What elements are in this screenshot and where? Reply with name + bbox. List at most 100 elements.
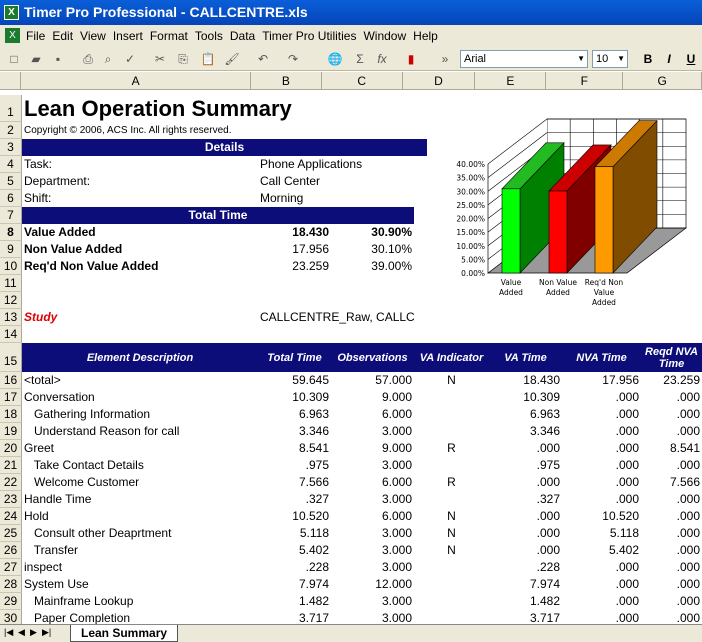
row-header[interactable]: 21 (0, 457, 22, 474)
table-cell[interactable]: .000 (641, 423, 702, 440)
menu-format[interactable]: Format (150, 29, 188, 43)
table-cell[interactable]: 10.520 (258, 508, 331, 525)
row-header[interactable]: 5 (0, 173, 22, 190)
table-cell[interactable] (414, 389, 489, 406)
column-header-c[interactable]: C (322, 72, 403, 89)
print-preview-icon[interactable]: ⌕ (100, 51, 116, 67)
copy-icon[interactable]: ⎘ (175, 51, 191, 67)
row-header[interactable]: 16 (0, 372, 22, 389)
table-cell[interactable]: 5.402 (258, 542, 331, 559)
table-cell[interactable]: .327 (489, 491, 562, 508)
cut-icon[interactable]: ✂ (152, 51, 168, 67)
column-header-a[interactable]: A (21, 72, 251, 89)
spelling-icon[interactable]: ✓ (122, 51, 138, 67)
row-header[interactable]: 10 (0, 258, 22, 275)
row-header[interactable]: 20 (0, 440, 22, 457)
redo-icon[interactable]: ↷ (285, 51, 301, 67)
row-header[interactable]: 28 (0, 576, 22, 593)
table-cell[interactable]: 7.566 (641, 474, 702, 491)
table-cell[interactable]: 5.118 (258, 525, 331, 542)
table-cell[interactable]: 17.956 (562, 372, 641, 389)
row-header[interactable]: 13 (0, 309, 22, 326)
table-cell[interactable]: Conversation (22, 389, 258, 406)
table-cell[interactable]: .975 (258, 457, 331, 474)
table-cell[interactable]: N (414, 525, 489, 542)
paste-icon[interactable]: 📋 (200, 51, 216, 67)
table-cell[interactable]: Welcome Customer (22, 474, 258, 491)
row-header[interactable]: 29 (0, 593, 22, 610)
new-icon[interactable]: □ (6, 51, 22, 67)
menu-help[interactable]: Help (413, 29, 438, 43)
next-sheet-icon[interactable]: ▶ (30, 627, 37, 638)
table-cell[interactable]: R (414, 474, 489, 491)
table-cell[interactable]: .000 (641, 542, 702, 559)
workbook-icon[interactable]: X (5, 28, 20, 43)
row-header[interactable]: 26 (0, 542, 22, 559)
table-header-cell[interactable]: NVA Time (562, 343, 641, 372)
table-cell[interactable]: 7.566 (258, 474, 331, 491)
hyperlink-icon[interactable]: 🌐 (327, 51, 343, 67)
font-size-select[interactable]: 10 ▼ (592, 50, 628, 68)
table-cell[interactable]: .000 (641, 559, 702, 576)
table-cell[interactable]: 9.000 (331, 389, 414, 406)
table-header-cell[interactable]: Reqd NVA Time (641, 343, 702, 372)
table-cell[interactable]: .000 (489, 508, 562, 525)
table-cell[interactable]: .228 (489, 559, 562, 576)
table-header-cell[interactable]: Element Description (22, 343, 258, 372)
table-cell[interactable]: 3.000 (331, 423, 414, 440)
table-cell[interactable]: N (414, 508, 489, 525)
lean-chart[interactable]: 0.00% 5.00% 10.00% 15.00% 20.00% 25.00% 30.00%… (430, 110, 702, 320)
font-name-select[interactable]: Arial ▼ (460, 50, 588, 68)
table-cell[interactable]: .000 (641, 457, 702, 474)
table-cell[interactable]: 6.000 (331, 406, 414, 423)
table-cell[interactable]: .000 (562, 576, 641, 593)
table-cell[interactable]: .000 (489, 440, 562, 457)
menu-view[interactable]: View (80, 29, 106, 43)
table-cell[interactable]: .000 (562, 423, 641, 440)
table-cell[interactable]: 10.520 (562, 508, 641, 525)
table-cell[interactable]: 6.963 (258, 406, 331, 423)
table-cell[interactable]: .000 (641, 508, 702, 525)
underline-button[interactable]: U (683, 51, 699, 67)
table-cell[interactable]: .000 (562, 389, 641, 406)
table-cell[interactable]: Greet (22, 440, 258, 457)
table-cell[interactable]: 12.000 (331, 576, 414, 593)
table-cell[interactable]: 5.402 (562, 542, 641, 559)
table-cell[interactable]: 3.000 (331, 457, 414, 474)
table-cell[interactable]: Handle Time (22, 491, 258, 508)
row-header[interactable]: 12 (0, 292, 22, 309)
row-header[interactable]: 6 (0, 190, 22, 207)
table-cell[interactable]: 8.541 (641, 440, 702, 457)
prev-sheet-icon[interactable]: ◀ (18, 627, 25, 638)
toolbar-options-icon[interactable]: » (437, 51, 453, 67)
chart-wizard-icon[interactable]: ▮ (403, 51, 419, 67)
table-cell[interactable]: .000 (562, 559, 641, 576)
table-cell[interactable]: 8.541 (258, 440, 331, 457)
menu-insert[interactable]: Insert (113, 29, 143, 43)
table-header-cell[interactable]: Observations (331, 343, 414, 372)
table-cell[interactable] (414, 457, 489, 474)
first-sheet-icon[interactable]: |◀ (4, 627, 13, 638)
row-header[interactable]: 25 (0, 525, 22, 542)
function-icon[interactable]: fx (374, 51, 390, 67)
table-cell[interactable]: .000 (489, 525, 562, 542)
table-cell[interactable] (414, 406, 489, 423)
menu-file[interactable]: File (26, 29, 45, 43)
table-cell[interactable]: 3.000 (331, 593, 414, 610)
table-cell[interactable]: Take Contact Details (22, 457, 258, 474)
table-cell[interactable]: 3.346 (489, 423, 562, 440)
row-header[interactable]: 14 (0, 326, 22, 343)
menu-data[interactable]: Data (230, 29, 255, 43)
table-cell[interactable]: 18.430 (489, 372, 562, 389)
table-cell[interactable]: 3.346 (258, 423, 331, 440)
table-cell[interactable] (414, 423, 489, 440)
table-cell[interactable]: 3.000 (331, 525, 414, 542)
row-header[interactable]: 7 (0, 207, 22, 224)
open-icon[interactable]: ▰ (28, 51, 44, 67)
column-header-e[interactable]: E (475, 72, 547, 89)
table-cell[interactable]: 6.000 (331, 474, 414, 491)
table-cell[interactable]: Understand Reason for call (22, 423, 258, 440)
table-cell[interactable]: .000 (641, 576, 702, 593)
row-header[interactable]: 2 (0, 122, 22, 139)
row-header[interactable]: 1 (0, 95, 22, 122)
